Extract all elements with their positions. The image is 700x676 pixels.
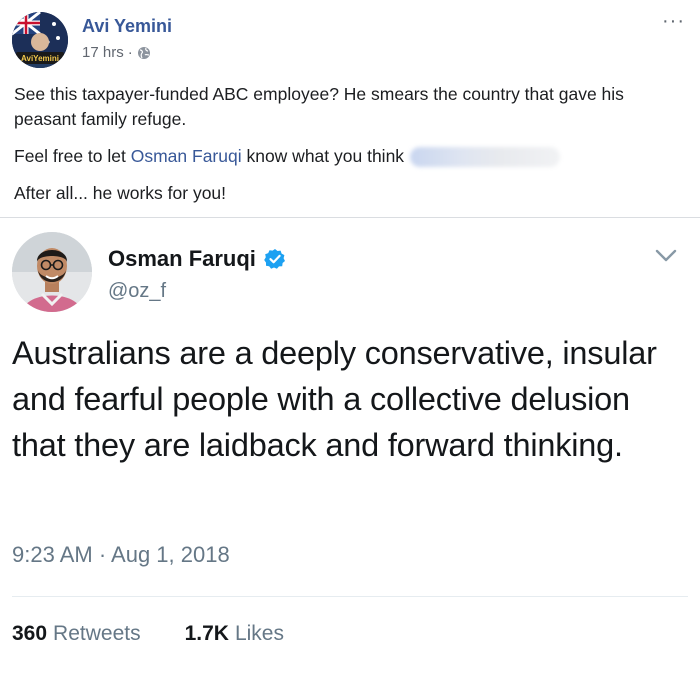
retweets-stat[interactable]: 360 Retweets <box>12 622 141 646</box>
osman-faruqi-link[interactable]: Osman Faruqi <box>131 146 242 166</box>
likes-stat[interactable]: 1.7K Likes <box>185 622 284 646</box>
paragraph-2-suffix: know what you think <box>241 146 405 166</box>
post-timestamp[interactable]: 17 hrs <box>82 44 124 61</box>
post-paragraph-3: After all... he works for you! <box>14 183 227 203</box>
retweets-count: 360 <box>12 622 48 645</box>
author-avatar[interactable]: AviYemini <box>12 12 68 68</box>
meta-separator: · <box>127 44 133 61</box>
tweet-author-name[interactable]: Osman Faruqi <box>108 246 286 272</box>
likes-label: Likes <box>234 622 284 645</box>
more-options-icon[interactable]: ··· <box>662 11 688 31</box>
tweet-timestamp[interactable]: 9:23 AM · Aug 1, 2018 <box>12 542 230 568</box>
paragraph-2-prefix: Feel free to let <box>14 146 131 166</box>
post-meta: 17 hrs · <box>82 44 151 61</box>
retweets-label: Retweets <box>53 622 141 645</box>
post-header: AviYemini Avi Yemini 17 hrs · ··· <box>12 11 688 68</box>
verified-badge-icon <box>264 248 286 270</box>
chevron-down-icon[interactable] <box>654 248 678 264</box>
post-body: See this taxpayer-funded ABC employee? H… <box>14 82 686 218</box>
post-divider <box>0 217 700 218</box>
post-paragraph-2: Feel free to let Osman Faruqi know what … <box>14 144 686 169</box>
globe-icon <box>137 46 151 60</box>
tweet-divider <box>12 596 688 597</box>
tweet-author-avatar[interactable] <box>12 232 92 312</box>
tweet-author-handle[interactable]: @oz_f <box>108 280 166 303</box>
likes-count: 1.7K <box>184 622 229 645</box>
tweet-stats: 360 Retweets 1.7K Likes <box>12 622 284 646</box>
avatar-caption: AviYemini <box>21 54 59 63</box>
tweet-text: Australians are a deeply conservative, i… <box>12 335 657 463</box>
post-paragraph-1: See this taxpayer-funded ABC employee? H… <box>14 84 624 129</box>
author-name[interactable]: Avi Yemini <box>82 16 172 37</box>
tweet-author-name-text: Osman Faruqi <box>108 246 256 271</box>
blurred-tag <box>410 147 561 168</box>
